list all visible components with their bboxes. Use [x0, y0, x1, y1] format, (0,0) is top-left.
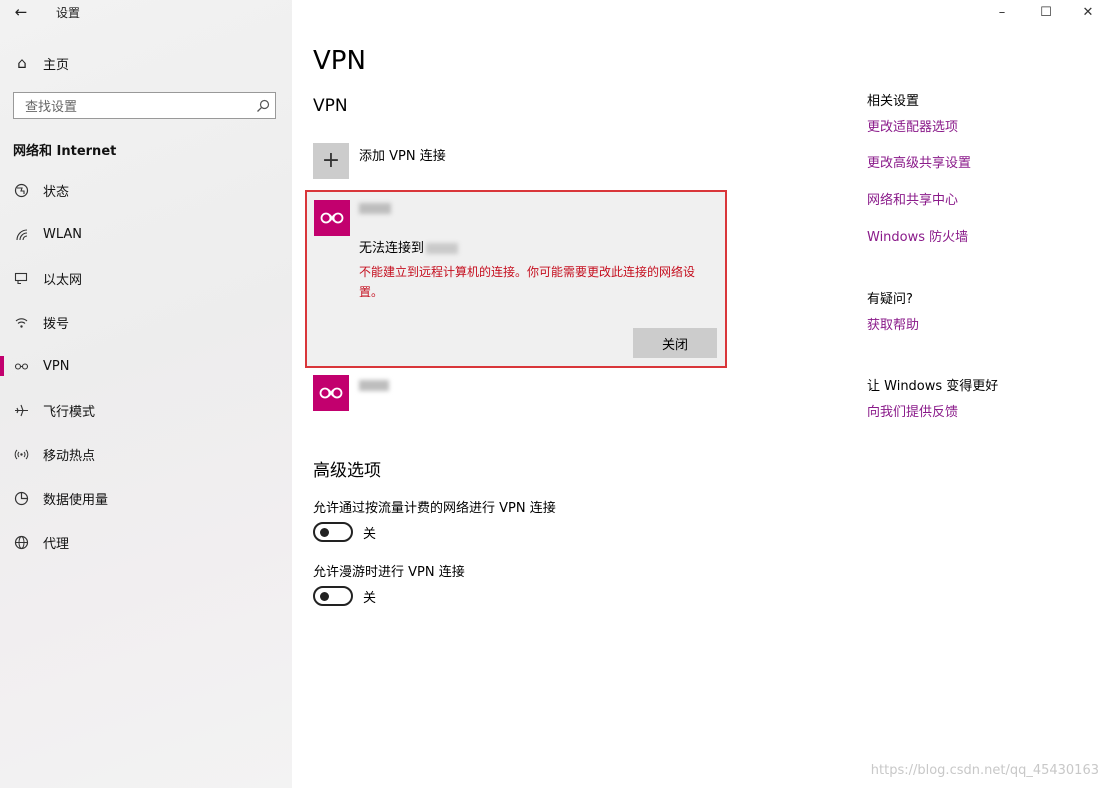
- hotspot-icon: [12, 447, 30, 462]
- vpn-icon: [12, 359, 30, 374]
- metered-network-toggle-row: 关: [313, 521, 376, 543]
- sidebar-item-label: 飞行模式: [43, 404, 96, 420]
- minimize-button[interactable]: –: [980, 0, 1024, 24]
- sidebar-item-label: 拨号: [43, 316, 70, 332]
- proxy-globe-icon: [12, 535, 30, 550]
- search-placeholder[interactable]: 查找设置: [25, 96, 251, 115]
- close-icon: ✕: [1082, 4, 1094, 20]
- title-bar: ← 设置: [0, 0, 292, 24]
- close-button[interactable]: 关闭: [633, 328, 717, 358]
- metered-network-toggle[interactable]: [313, 522, 353, 542]
- back-arrow-icon: ←: [14, 3, 28, 21]
- page-title: VPN: [313, 46, 366, 76]
- sidebar-item-label: 主页: [43, 57, 70, 73]
- related-settings-title: 相关设置: [867, 94, 920, 109]
- sidebar-item-label: 代理: [43, 536, 70, 552]
- vpn-connection-icon: [313, 375, 349, 411]
- sidebar-item-home[interactable]: ⌂ 主页: [0, 48, 292, 78]
- vpn-connection-icon: [314, 200, 350, 236]
- sidebar-item-label: 以太网: [43, 272, 83, 288]
- change-adapter-options-link[interactable]: 更改适配器选项: [867, 116, 958, 135]
- sidebar-item-vpn[interactable]: VPN: [0, 344, 292, 388]
- metered-network-option-label: 允许通过按流量计费的网络进行 VPN 连接: [313, 501, 556, 516]
- roaming-option-label: 允许漫游时进行 VPN 连接: [313, 565, 465, 580]
- sidebar: ← 设置 ⌂ 主页 查找设置 网络和 Internet 状态 WLAN 以太网 …: [0, 0, 292, 788]
- sidebar-item-hotspot[interactable]: 移动热点: [0, 432, 292, 476]
- toggle-state-label: 关: [363, 526, 377, 542]
- sidebar-item-label: 状态: [43, 184, 70, 200]
- sidebar-item-dialup[interactable]: 拨号: [0, 300, 292, 344]
- toggle-knob: [320, 528, 329, 537]
- vpn-connection-name-redacted: [359, 203, 391, 214]
- sidebar-nav: 状态 WLAN 以太网 拨号 VPN 飞行模式 移动热点 数据使用量 代理: [0, 168, 292, 564]
- network-sharing-center-link[interactable]: 网络和共享中心: [867, 189, 958, 208]
- error-title-text: 无法连接到: [359, 241, 425, 256]
- error-title: 无法连接到: [359, 237, 459, 256]
- vpn-section-title: VPN: [313, 96, 348, 116]
- watermark-text: https://blog.csdn.net/qq_45430163: [870, 763, 1099, 778]
- plus-icon: +: [313, 143, 349, 179]
- add-vpn-button[interactable]: + 添加 VPN 连接: [313, 143, 733, 181]
- section-title: 网络和 Internet: [13, 144, 117, 159]
- sidebar-item-label: 数据使用量: [43, 492, 109, 508]
- ethernet-icon: [12, 271, 30, 286]
- maximize-icon: ☐: [1040, 4, 1052, 20]
- minimize-icon: –: [998, 4, 1006, 20]
- help-section-title: 有疑问?: [867, 292, 913, 307]
- home-icon: ⌂: [17, 54, 27, 72]
- roaming-toggle-row: 关: [313, 585, 376, 607]
- sidebar-item-proxy[interactable]: 代理: [0, 520, 292, 564]
- sidebar-item-wlan[interactable]: WLAN: [0, 212, 292, 256]
- search-box[interactable]: 查找设置: [13, 92, 276, 119]
- app-title: 设置: [56, 6, 81, 20]
- airplane-icon: [12, 403, 30, 418]
- sidebar-item-data-usage[interactable]: 数据使用量: [0, 476, 292, 520]
- get-help-link[interactable]: 获取帮助: [867, 314, 919, 333]
- close-window-button[interactable]: ✕: [1066, 0, 1107, 24]
- roaming-toggle[interactable]: [313, 586, 353, 606]
- sidebar-item-status[interactable]: 状态: [0, 168, 292, 212]
- main-content: VPN VPN + 添加 VPN 连接 无法连接到 不能建立到远程计算机的连接。…: [292, 0, 852, 788]
- sidebar-item-label: WLAN: [43, 226, 83, 242]
- toggle-state-label: 关: [363, 590, 377, 606]
- server-name-redacted: [426, 243, 459, 254]
- dialup-icon: [12, 315, 30, 330]
- error-message: 不能建立到远程计算机的连接。你可能需要更改此连接的网络设置。: [359, 265, 696, 299]
- sidebar-item-ethernet[interactable]: 以太网: [0, 256, 292, 300]
- give-feedback-link[interactable]: 向我们提供反馈: [867, 401, 958, 420]
- vpn-connection-name-redacted: [359, 380, 389, 391]
- vpn-connection-error-card[interactable]: 无法连接到 不能建立到远程计算机的连接。你可能需要更改此连接的网络设置。 关闭: [305, 190, 727, 368]
- wifi-icon: [12, 227, 30, 242]
- vpn-connection-item[interactable]: [313, 375, 733, 413]
- add-vpn-label: 添加 VPN 连接: [359, 149, 446, 164]
- advanced-options-title: 高级选项: [313, 461, 381, 481]
- globe-icon: [12, 183, 30, 198]
- sidebar-item-label: VPN: [43, 358, 70, 374]
- feedback-section-title: 让 Windows 变得更好: [867, 379, 999, 394]
- toggle-knob: [320, 592, 329, 601]
- sidebar-item-label: 移动热点: [43, 448, 96, 464]
- search-icon[interactable]: [251, 99, 275, 113]
- maximize-button[interactable]: ☐: [1024, 0, 1068, 24]
- data-usage-icon: [12, 491, 30, 506]
- advanced-sharing-settings-link[interactable]: 更改高级共享设置: [867, 152, 971, 171]
- back-button[interactable]: ←: [6, 0, 36, 24]
- sidebar-item-airplane[interactable]: 飞行模式: [0, 388, 292, 432]
- windows-firewall-link[interactable]: Windows 防火墙: [867, 226, 968, 245]
